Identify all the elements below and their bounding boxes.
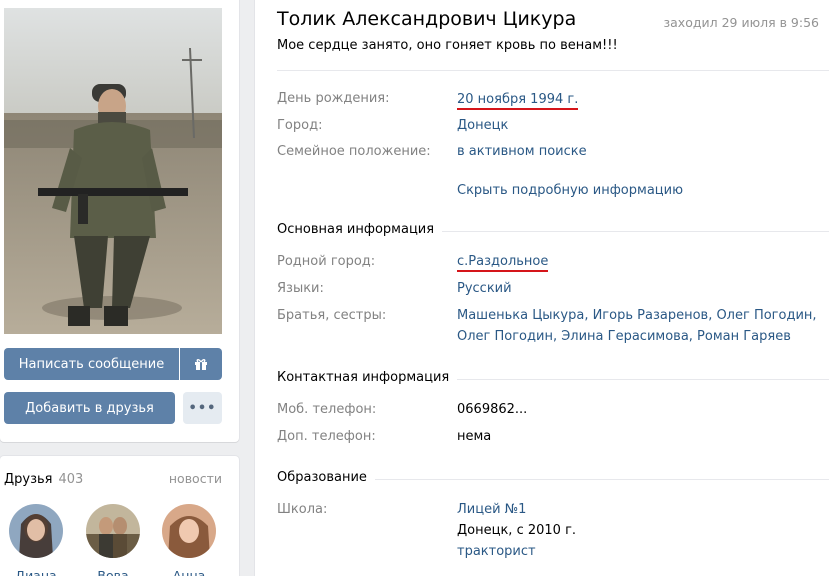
- languages-value[interactable]: Русский: [457, 278, 817, 299]
- mobile-value: 0669862...: [457, 402, 528, 417]
- friends-header: Друзья 403 новости: [4, 471, 222, 487]
- friend-avatar-image: [9, 504, 63, 558]
- hide-details-link[interactable]: Скрыть подробную информацию: [457, 180, 817, 201]
- hometown-prefix: с.: [457, 254, 469, 269]
- friends-count: 403: [58, 472, 84, 487]
- sibling-link[interactable]: Олег Погодин: [457, 329, 553, 344]
- send-gift-button[interactable]: [180, 348, 222, 380]
- avatar[interactable]: [9, 504, 63, 558]
- info-label: Языки:: [277, 281, 324, 296]
- school-specialty-link[interactable]: тракторист: [457, 541, 817, 562]
- friend-avatar-image: [162, 504, 216, 558]
- gift-icon: [195, 359, 207, 370]
- profile-status-text[interactable]: Мое сердце занято, оно гоняет кровь по в…: [277, 38, 618, 53]
- relationship-value[interactable]: в активном поиске: [457, 141, 817, 162]
- divider: [277, 70, 829, 71]
- info-label: Школа:: [277, 502, 328, 517]
- hometown-name[interactable]: Раздольное: [468, 254, 548, 269]
- info-label: Родной город:: [277, 254, 376, 269]
- section-title-main-info: Основная информация: [277, 222, 443, 237]
- profile-photo[interactable]: [4, 8, 222, 334]
- hometown-value[interactable]: с.Раздольное: [457, 254, 549, 272]
- friends-title[interactable]: Друзья: [4, 472, 53, 487]
- friend-name[interactable]: Диана: [6, 568, 66, 576]
- friend-item[interactable]: Анна: [159, 504, 219, 576]
- last-seen-status: заходил 29 июля в 9:56: [663, 15, 820, 30]
- sibling-link[interactable]: Элина Герасимова: [561, 329, 689, 344]
- info-label: Моб. телефон:: [277, 402, 377, 417]
- more-actions-button[interactable]: •••: [183, 392, 222, 424]
- avatar[interactable]: [86, 504, 140, 558]
- info-label: Семейное положение:: [277, 144, 431, 159]
- section-title-education: Образование: [277, 470, 375, 485]
- write-message-button[interactable]: Написать сообщение: [4, 348, 179, 380]
- info-value[interactable]: с.Раздольное: [457, 251, 817, 272]
- info-value[interactable]: 20 ноября 1994 г.: [457, 89, 817, 110]
- siblings-list: Машенька Цыкура, Игорь Разаренов, Олег П…: [457, 308, 817, 344]
- school-info: Лицей №1 Донецк, с 2010 г. тракторист: [457, 499, 817, 562]
- birthday-value[interactable]: 20 ноября 1994 г.: [457, 92, 579, 110]
- school-detail: Донецк, с 2010 г.: [457, 523, 577, 538]
- city-value[interactable]: Донецк: [457, 115, 817, 136]
- info-label: Доп. телефон:: [277, 429, 376, 444]
- profile-photo-image: [4, 8, 222, 334]
- friend-item[interactable]: Вова: [83, 504, 143, 576]
- avatar[interactable]: [162, 504, 216, 558]
- sibling-link[interactable]: Олег Погодин: [716, 308, 812, 323]
- info-label: Братья, сестры:: [277, 308, 387, 323]
- page-title: Толик Александрович Цикура: [277, 8, 577, 30]
- info-label: Город:: [277, 118, 323, 133]
- sibling-link[interactable]: Роман Гаряев: [697, 329, 791, 344]
- info-label: День рождения:: [277, 91, 390, 106]
- profile-photo-card: Написать сообщение Добавить в друзья •••: [0, 0, 239, 442]
- add-friend-button[interactable]: Добавить в друзья: [4, 392, 175, 424]
- sibling-link[interactable]: Игорь Разаренов: [593, 308, 709, 323]
- sibling-link[interactable]: Машенька Цыкура: [457, 308, 584, 323]
- extra-phone-value: нема: [457, 429, 492, 444]
- friend-item[interactable]: Диана: [6, 504, 66, 576]
- friend-name[interactable]: Вова: [83, 568, 143, 576]
- friends-block: Друзья 403 новости Диана Вова Анна: [0, 456, 239, 576]
- friend-name[interactable]: Анна: [159, 568, 219, 576]
- section-title-contacts: Контактная информация: [277, 370, 458, 385]
- school-name-link[interactable]: Лицей №1: [457, 499, 817, 520]
- friend-avatar-image: [86, 504, 140, 558]
- friends-news-link[interactable]: новости: [169, 471, 222, 486]
- profile-info-panel: Толик Александрович Цикура заходил 29 ию…: [255, 0, 829, 576]
